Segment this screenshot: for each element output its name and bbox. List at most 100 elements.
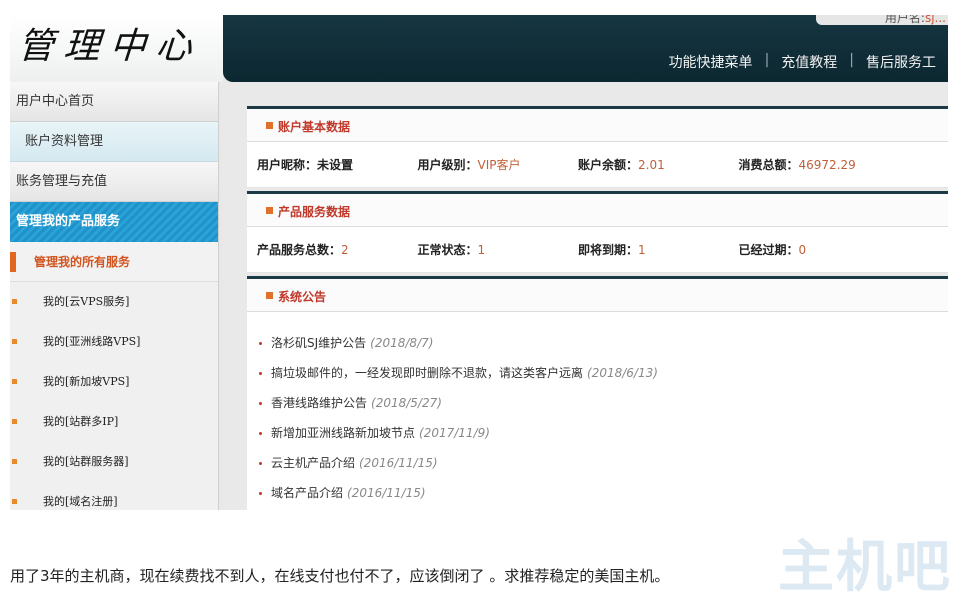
stat-label: 产品服务总数： — [257, 243, 342, 257]
sidebar-item-home[interactable]: 用户中心首页 — [10, 82, 218, 122]
bullet-icon — [12, 499, 17, 504]
sidebar-link-label: 我的[云VPS服务] — [43, 295, 130, 308]
stat-label: 已经过期： — [738, 243, 799, 257]
sidebar-link-label: 我的[站群服务器] — [43, 455, 129, 468]
notice-item[interactable]: 新增加亚洲线路新加坡节点 (2017/11/9) — [247, 418, 948, 448]
stat-label: 用户级别： — [417, 158, 478, 172]
stat-value: 2.01 — [638, 158, 665, 172]
sidebar-link-label: 我的[域名注册] — [43, 495, 118, 508]
nav-after-sales[interactable]: 售后服务工 — [854, 52, 948, 72]
notice-title: 新增加亚洲线路新加坡节点 — [271, 426, 416, 440]
stat-value: 未设置 — [317, 158, 354, 172]
stat-level: 用户级别：VIP客户 — [418, 156, 579, 173]
stat-label: 正常状态： — [417, 243, 478, 257]
nav-recharge-guide[interactable]: 充值教程 — [769, 52, 849, 72]
sidebar-link-cloud-vps[interactable]: 我的[云VPS服务] — [10, 282, 218, 322]
products-panel: 产品服务数据 产品服务总数：2 正常状态：1 即将到期：1 已经过期：0 — [247, 191, 948, 273]
sidebar-link-label: 我的[新加坡VPS] — [43, 375, 130, 388]
sidebar-item-products[interactable]: 管理我的产品服务 — [10, 202, 218, 242]
sidebar-link-singapore-vps[interactable]: 我的[新加坡VPS] — [10, 362, 218, 402]
stat-expiring: 即将到期：1 — [578, 241, 739, 258]
section-title-text: 系统公告 — [278, 290, 327, 304]
notice-title: 域名产品介绍 — [271, 486, 344, 500]
stat-label: 用户昵称： — [257, 158, 318, 172]
section-title-text: 账户基本数据 — [278, 120, 351, 134]
sidebar-item-all-services[interactable]: 管理我的所有服务 — [10, 242, 218, 282]
section-title-account: 账户基本数据 — [247, 106, 948, 142]
stat-total-services: 产品服务总数：2 — [257, 241, 418, 258]
notice-date: (2018/8/7) — [370, 336, 434, 350]
stat-value: 1 — [477, 243, 486, 257]
notice-item[interactable]: 香港线路维护公告 (2018/5/27) — [247, 388, 948, 418]
notice-date: (2017/11/9) — [419, 426, 490, 440]
notice-list: 洛杉矶SJ维护公告 (2018/8/7) 搞垃圾邮件的，一经发现即时删除不退款，请… — [247, 312, 948, 508]
section-square-icon — [266, 207, 273, 214]
bullet-icon — [12, 379, 17, 384]
notice-item[interactable]: 搞垃圾邮件的，一经发现即时删除不退款，请这类客户远离 (2018/6/13) — [247, 358, 948, 388]
stat-normal: 正常状态：1 — [418, 241, 579, 258]
sidebar-link-label: 我的[站群多IP] — [43, 415, 119, 428]
main-content: 账户基本数据 用户昵称：未设置 用户级别：VIP客户 账户余额：2.01 消费总… — [223, 82, 948, 510]
nav-quick-menu[interactable]: 功能快捷菜单 — [657, 52, 765, 72]
notice-date: (2016/11/15) — [359, 456, 438, 470]
section-square-icon — [266, 122, 273, 129]
notice-title: 搞垃圾邮件的，一经发现即时删除不退款，请这类客户远离 — [271, 366, 584, 380]
section-square-icon — [266, 292, 273, 299]
logo[interactable]: 管理中心 — [16, 17, 204, 69]
sidebar: 用户中心首页 账户资料管理 账务管理与充值 管理我的产品服务 管理我的所有服务 … — [10, 82, 219, 510]
bullet-icon — [12, 419, 17, 424]
stat-value: 0 — [798, 243, 807, 257]
sidebar-link-label: 我的[亚洲线路VPS] — [43, 335, 141, 348]
bullet-icon — [12, 339, 17, 344]
post-caption: 用了3年的主机商，现在续费找不到人，在线支付也付不了，应该倒闭了 。求推荐稳定的… — [10, 567, 670, 585]
bullet-icon — [259, 432, 262, 435]
stat-balance: 账户余额：2.01 — [578, 156, 739, 173]
notice-title: 洛杉矶SJ维护公告 — [271, 336, 367, 350]
stat-value: 2 — [341, 243, 349, 257]
notice-item[interactable]: 域名产品介绍 (2016/11/15) — [247, 478, 948, 508]
bullet-icon — [259, 492, 262, 495]
bullet-icon — [259, 462, 262, 465]
bullet-icon — [259, 402, 262, 405]
bullet-icon — [12, 459, 17, 464]
notice-item[interactable]: 云主机产品介绍 (2016/11/15) — [247, 448, 948, 478]
section-title-text: 产品服务数据 — [278, 205, 351, 219]
watermark: 主机吧 — [778, 534, 952, 600]
header-bar: 用户名:sj... 功能快捷菜单 | 充值教程 | 售后服务工 — [223, 15, 948, 82]
notice-title: 云主机产品介绍 — [271, 456, 356, 470]
sidebar-item-finance[interactable]: 账务管理与充值 — [10, 162, 218, 202]
sidebar-item-label: 管理我的所有服务 — [34, 255, 131, 269]
stat-value: 46972.29 — [798, 158, 856, 172]
notice-date: (2016/11/15) — [347, 486, 426, 500]
stat-label: 消费总额： — [738, 158, 799, 172]
screenshot-frame: 管理中心 用户名:sj... 功能快捷菜单 | 充值教程 | 售后服务工 用户中… — [10, 15, 948, 510]
sidebar-link-site-servers[interactable]: 我的[站群服务器] — [10, 442, 218, 482]
section-title-products: 产品服务数据 — [247, 191, 948, 227]
notice-title: 香港线路维护公告 — [271, 396, 368, 410]
notices-panel: 系统公告 洛杉矶SJ维护公告 (2018/8/7) 搞垃圾邮件的，一经发现即时删除… — [247, 276, 948, 510]
user-label: 用户名: — [884, 15, 925, 25]
notice-item[interactable]: 洛杉矶SJ维护公告 (2018/8/7) — [247, 328, 948, 358]
notice-date: (2018/6/13) — [587, 366, 658, 380]
stat-value: VIP客户 — [477, 158, 521, 172]
logo-area: 管理中心 — [10, 15, 223, 82]
stat-value: 1 — [638, 243, 646, 257]
current-marker — [10, 252, 16, 272]
stat-nickname: 用户昵称：未设置 — [257, 156, 418, 173]
sidebar-link-asia-vps[interactable]: 我的[亚洲线路VPS] — [10, 322, 218, 362]
bullet-icon — [259, 372, 262, 375]
sidebar-link-multi-ip[interactable]: 我的[站群多IP] — [10, 402, 218, 442]
notice-date: (2018/5/27) — [371, 396, 442, 410]
user-value[interactable]: sj... — [925, 15, 946, 25]
bullet-icon — [259, 342, 262, 345]
sidebar-link-domain[interactable]: 我的[域名注册] — [10, 482, 218, 510]
account-stats: 用户昵称：未设置 用户级别：VIP客户 账户余额：2.01 消费总额：46972… — [247, 142, 948, 188]
stat-label: 账户余额： — [578, 158, 639, 172]
stat-label: 即将到期： — [578, 243, 639, 257]
user-box: 用户名:sj... — [816, 15, 948, 25]
section-title-notices: 系统公告 — [247, 276, 948, 312]
stat-total-spent: 消费总额：46972.29 — [739, 156, 900, 173]
sidebar-item-account-profile[interactable]: 账户资料管理 — [10, 122, 218, 162]
stat-expired: 已经过期：0 — [739, 241, 900, 258]
bullet-icon — [12, 299, 17, 304]
